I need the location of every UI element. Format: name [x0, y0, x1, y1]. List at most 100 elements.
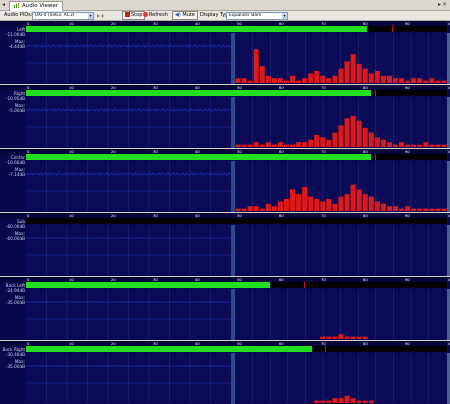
equalizer-bar — [386, 206, 392, 211]
equalizer-bar — [429, 208, 435, 211]
channel-panel: 0102030405060708090100Back Left-24.94dBM… — [0, 277, 450, 340]
equalizer-bar — [308, 139, 314, 147]
channel-panel: 0102030405060708090100Center-10.66dBMax:… — [0, 149, 450, 212]
equalizer-bar — [332, 132, 338, 147]
equalizer-bar — [344, 395, 350, 403]
equalizer-bar — [392, 78, 399, 83]
equalizer-bar — [344, 61, 350, 83]
equalizer-bar — [441, 208, 447, 211]
equalizer-bar — [283, 80, 290, 83]
channel-level: -24.94dB — [5, 288, 25, 293]
equalizer-bar — [302, 187, 308, 211]
equalizer-bar — [368, 400, 374, 403]
level-meter-fill — [26, 154, 372, 160]
equalizer-bar — [283, 199, 290, 211]
equalizer-bar — [271, 206, 277, 211]
channel-max-level: -35.00dB — [5, 300, 25, 305]
close-icon[interactable]: × — [442, 0, 447, 10]
equalizer-bar — [332, 75, 338, 83]
equalizer-bar — [235, 144, 241, 147]
equalizer-bar — [271, 78, 277, 83]
refresh-button[interactable]: Refresh — [143, 11, 168, 20]
channel-panel: 0102030405060708090100Back Right-30.46dB… — [0, 341, 450, 404]
equalizer-bar — [362, 400, 368, 403]
chevron-down-icon: ▾ — [88, 13, 93, 19]
equalizer-bar — [441, 144, 447, 147]
equalizer-bar — [314, 135, 320, 147]
play-icon[interactable]: ▶ ▮ — [97, 11, 104, 20]
equalizer-bar — [326, 199, 332, 211]
equalizer-bar — [296, 142, 302, 147]
nav-right-icon[interactable]: ▸ — [438, 0, 441, 10]
display-type-select[interactable]: Equalizer Bars ▾ — [226, 12, 288, 20]
equalizer-bar — [435, 80, 441, 83]
tab-audio-viewer[interactable]: Audio Viewer — [9, 1, 64, 11]
equalizer-bar — [338, 398, 344, 403]
channel-level: -60.00dB — [5, 224, 25, 229]
waveform-view — [26, 161, 231, 211]
equalizer-bar — [368, 196, 374, 211]
equalizer-bar — [277, 78, 283, 83]
equalizer-bar — [362, 336, 368, 339]
equalizer-bar — [380, 203, 386, 211]
mute-button[interactable]: ◀) Mute — [172, 11, 198, 20]
equalizer-bar — [338, 334, 344, 339]
equalizer-bar — [386, 75, 392, 83]
waveform-view — [26, 353, 231, 403]
channel-max-level: -5.00dB — [8, 108, 25, 113]
equalizer-bar — [247, 144, 253, 147]
nav-left-icon[interactable]: ◂ — [2, 0, 5, 10]
equalizer-bar — [326, 139, 332, 147]
equalizer-bars-view — [235, 353, 447, 403]
equalizer-bar — [423, 142, 429, 147]
equalizer-bars-view — [235, 33, 447, 83]
level-meter — [26, 26, 447, 32]
equalizer-bar — [423, 208, 429, 211]
equalizer-bars-view — [235, 97, 447, 147]
audio-pids-select[interactable]: 0XF0 (0x63, AC3) ▾ — [32, 12, 94, 20]
equalizer-bar — [362, 127, 368, 147]
peak-marker — [303, 282, 305, 288]
equalizer-bar — [290, 75, 296, 83]
equalizer-bar — [405, 80, 411, 83]
channel-max-level: -35.00dB — [5, 364, 25, 369]
stop-icon — [125, 12, 130, 17]
equalizer-bar — [302, 78, 308, 83]
equalizer-bar — [283, 144, 290, 147]
level-meter — [26, 282, 447, 288]
level-meter-fill — [26, 26, 367, 32]
audio-pids-label: Audio PIDs: — [4, 12, 33, 18]
equalizer-bar — [435, 144, 441, 147]
equalizer-bar — [392, 206, 399, 211]
equalizer-bar — [417, 144, 423, 147]
stop-label: Stop — [131, 12, 143, 18]
stop-button[interactable]: Stop — [122, 11, 146, 20]
equalizer-bar — [308, 73, 314, 83]
equalizer-bar — [296, 194, 302, 211]
equalizer-bar — [314, 199, 320, 211]
equalizer-bar — [314, 400, 320, 403]
equalizer-bar — [368, 132, 374, 147]
channel-level: -10.95dB — [5, 96, 25, 101]
equalizer-bar — [374, 137, 380, 147]
equalizer-bar — [332, 398, 338, 403]
equalizer-bar — [320, 336, 326, 339]
equalizer-bar — [441, 80, 447, 83]
tab-bar: ◂ Audio Viewer ▸ × — [0, 0, 450, 11]
channel-level: -10.66dB — [5, 160, 25, 165]
level-meter-fill — [26, 282, 271, 288]
channel-max-level: -60.00dB — [5, 236, 25, 241]
channel-panel: 0102030405060708090100Left-11.00dBMax:-4… — [0, 21, 450, 84]
equalizer-bar — [392, 144, 399, 147]
equalizer-bar — [350, 336, 356, 339]
equalizer-bar — [235, 78, 241, 83]
equalizer-bar — [362, 68, 368, 83]
equalizer-bar — [320, 400, 326, 403]
equalizer-bar — [296, 80, 302, 83]
equalizer-bar — [411, 144, 417, 147]
tab-label: Audio Viewer — [22, 3, 59, 9]
peak-marker — [392, 26, 394, 32]
equalizer-bar — [399, 142, 405, 147]
equalizer-bar — [265, 203, 271, 211]
equalizer-bar — [241, 78, 247, 83]
